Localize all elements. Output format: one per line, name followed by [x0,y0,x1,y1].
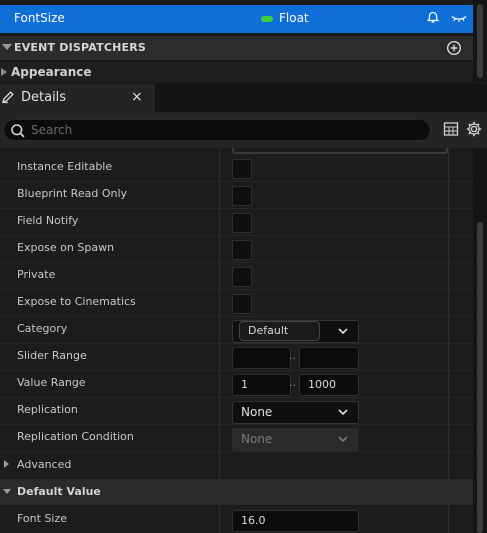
expose-to-cinematics-checkbox[interactable] [232,294,252,314]
value-range-max-input[interactable]: 1000 [299,374,359,396]
details-property-list: Instance Editable Blueprint Read Only Fi… [0,148,473,533]
expose-on-spawn-checkbox[interactable] [232,240,252,260]
expand-arrow-icon [4,460,9,468]
category-input[interactable]: Default [239,321,320,341]
variable-type: Float [279,11,309,25]
gear-icon[interactable] [465,120,483,138]
advanced-label: Advanced [17,458,72,471]
property-label: Slider Range [17,349,87,362]
replication-dropdown[interactable]: None [232,401,359,424]
chevron-down-icon [337,325,349,337]
blueprint-scrollbar[interactable] [473,0,487,82]
float-type-pill-icon [261,16,273,22]
property-label: Field Notify [17,214,79,227]
slider-range-max-input[interactable] [299,347,359,369]
event-dispatchers-title: EVENT DISPATCHERS [14,41,147,54]
details-tab[interactable]: Details × [0,84,155,112]
private-checkbox[interactable] [232,267,252,287]
range-separator: .. [289,349,296,362]
font-size-value: 16.0 [241,514,266,527]
property-label: Replication [17,403,78,416]
advanced-row[interactable]: Advanced [0,452,473,478]
slider-range-min-input[interactable] [232,347,291,369]
value-range-min-input[interactable]: 1 [232,374,291,396]
value-range-min: 1 [241,378,248,391]
property-matrix-icon[interactable] [442,120,460,138]
replication-condition-dropdown: None [232,428,359,451]
scrollbar-thumb[interactable] [477,222,483,533]
property-row-replication-condition: Replication Condition None [0,424,473,452]
expand-arrow-icon [1,68,7,76]
collapse-arrow-icon [2,44,12,50]
details-scrollbar[interactable] [473,148,487,533]
value-range-max: 1000 [308,378,336,391]
add-circle-icon[interactable] [446,40,462,56]
appearance-category-row[interactable]: Appearance [0,62,473,82]
field-notify-checkbox[interactable] [232,213,252,233]
property-row-expose-to-cinematics: Expose to Cinematics [0,289,473,317]
property-label: Value Range [17,376,86,389]
font-size-input[interactable]: 16.0 [232,510,359,532]
appearance-label: Appearance [11,65,92,79]
search-input[interactable]: Search [3,119,431,141]
bell-icon[interactable] [426,11,440,25]
blueprint-read-only-checkbox[interactable] [232,186,252,206]
property-row-private: Private [0,262,473,290]
property-row-instance-editable: Instance Editable [0,154,473,182]
default-value-label: Default Value [17,485,101,498]
replication-value: None [241,405,273,419]
property-row-category: Category Default [0,316,473,344]
pencil-icon [1,90,15,104]
search-placeholder: Search [31,123,73,137]
property-row-value-range: Value Range 1 .. 1000 [0,370,473,398]
property-row-font-size: Font Size 16.0 [0,506,473,533]
property-row-blueprint-read-only: Blueprint Read Only [0,181,473,209]
property-label: Category [17,322,68,335]
property-label: Expose to Cinematics [17,295,136,308]
property-row-slider-range: Slider Range .. [0,343,473,371]
property-row-expose-on-spawn: Expose on Spawn [0,235,473,263]
details-tab-label: Details [21,90,67,105]
replication-condition-value: None [241,432,273,446]
scrollbar-thumb[interactable] [477,4,483,78]
close-icon[interactable]: × [131,89,143,105]
property-label: Instance Editable [17,160,113,173]
instance-editable-checkbox[interactable] [232,159,252,179]
chevron-down-icon [337,406,349,418]
variable-name: FontSize [14,11,65,25]
category-value: Default [248,324,289,337]
event-dispatchers-header[interactable]: EVENT DISPATCHERS [0,36,473,60]
search-icon [10,123,26,139]
default-value-section-header[interactable]: Default Value [0,479,473,505]
variable-row-fontsize[interactable]: FontSize Float [0,5,473,33]
property-label: Replication Condition [17,430,134,443]
eye-closed-icon[interactable] [451,11,467,25]
property-label: Blueprint Read Only [17,187,128,200]
range-separator: .. [289,376,296,389]
property-label: Font Size [17,512,68,525]
collapse-arrow-icon [3,489,11,494]
chevron-down-icon [337,433,349,445]
property-label: Private [17,268,56,281]
property-row-replication: Replication None [0,397,473,425]
category-combo[interactable]: Default [232,320,359,343]
property-row-field-notify: Field Notify [0,208,473,236]
property-label: Expose on Spawn [17,241,115,254]
